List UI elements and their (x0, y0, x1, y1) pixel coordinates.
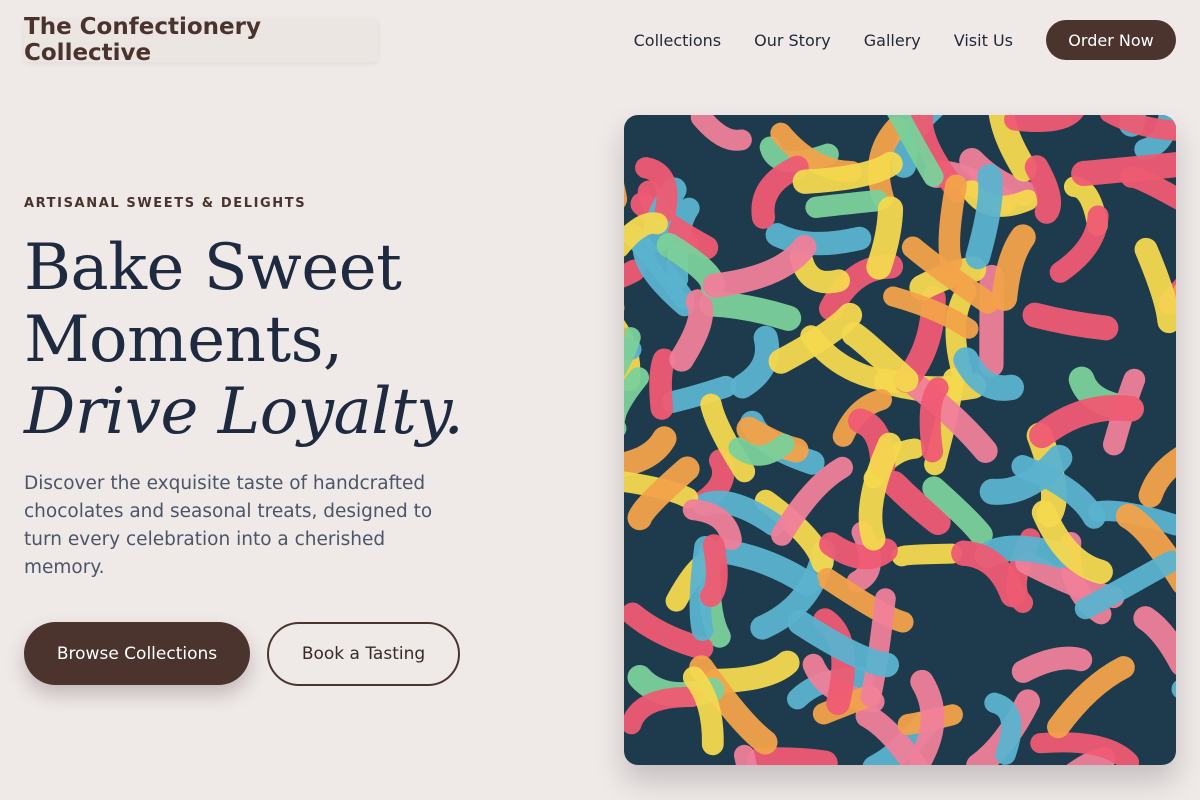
gummy-worm (1133, 606, 1176, 675)
gummy-worm (682, 666, 724, 756)
gummy-worm (965, 164, 1003, 270)
gummy-worm (751, 155, 809, 229)
nav-gallery[interactable]: Gallery (864, 31, 921, 50)
gummy-worm (704, 650, 800, 694)
gummy-worm (771, 456, 853, 546)
gummy-worm (951, 540, 1026, 608)
hero-description: Discover the exquisite taste of handcraf… (24, 473, 433, 578)
nav-visit-us[interactable]: Visit Us (954, 31, 1013, 50)
gummy-worm (1024, 155, 1061, 224)
gummy-worm (624, 686, 702, 735)
gummy-worm (734, 744, 757, 765)
order-now-button[interactable]: Order Now (1046, 20, 1176, 60)
gummy-worms-image (624, 115, 1176, 765)
gummy-worm (699, 534, 728, 607)
gummy-worm (624, 259, 646, 288)
gummy-worm (765, 223, 872, 256)
brand-logo[interactable]: The Confectionery Collective (24, 14, 378, 66)
gummy-worm (747, 747, 838, 765)
gummy-worm (1120, 166, 1176, 210)
headline-line-3: Drive Loyalty. (24, 375, 464, 449)
gummy-worm (1047, 656, 1135, 739)
book-tasting-button[interactable]: Book a Tasting (267, 622, 460, 686)
gummy-worm (690, 115, 752, 151)
gummy-worm (1066, 747, 1116, 765)
gummy-worm (711, 538, 820, 596)
gummy-worm (1011, 646, 1093, 683)
gummy-worm (891, 543, 962, 567)
headline-line-1: Bake Sweet (24, 231, 402, 305)
hero-headline: Bake Sweet Moments, Drive Loyalty. (24, 231, 464, 449)
gummy-worm (866, 196, 904, 280)
headline-line-2: Moments, (24, 303, 343, 377)
gummy-worm (938, 174, 967, 273)
gummy-worm (1049, 205, 1109, 283)
gummy-worm (805, 189, 889, 218)
gummy-worm (624, 367, 650, 435)
gummy-worm (649, 348, 676, 420)
gummy-worm (919, 377, 949, 463)
gummy-worm (728, 433, 795, 466)
gummy-worm (1022, 302, 1119, 341)
main-nav: Collections Our Story Gallery Visit Us O… (634, 20, 1176, 60)
gummy-worm (1138, 447, 1176, 508)
gummy-worm (730, 325, 780, 399)
gummy-worm (702, 235, 817, 298)
brand-name: The Confectionery Collective (24, 14, 261, 66)
hero-eyebrow: ARTISANAL SWEETS & DELIGHTS (24, 196, 307, 211)
gummy-worm (624, 426, 677, 477)
gummy-worm (1004, 115, 1084, 132)
gummy-worm (699, 291, 802, 331)
gummy-worm (909, 669, 945, 765)
gummy-worm (991, 224, 1036, 311)
browse-collections-button[interactable]: Browse Collections (24, 622, 250, 685)
gummy-worms-illustration (624, 115, 1176, 765)
nav-collections[interactable]: Collections (634, 31, 721, 50)
nav-our-story[interactable]: Our Story (754, 31, 831, 50)
gummy-worm (1134, 237, 1176, 334)
